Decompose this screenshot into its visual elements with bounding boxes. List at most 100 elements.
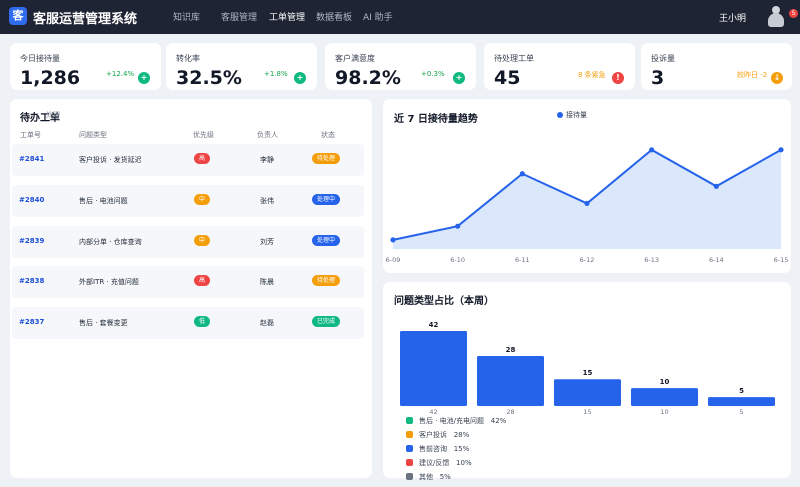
- column-header: 问题类型: [79, 131, 107, 139]
- legend-label: 售后 · 电池/充电问题 42%: [419, 417, 507, 425]
- ticket-owner: 李静: [260, 156, 274, 164]
- table-row[interactable]: #2838 外部ITR · 充值问题 高 陈晨 待处理: [12, 266, 364, 298]
- area-fill: [393, 149, 781, 249]
- stat-card-pending-tickets: 待处理工单 45 8 条紧急 !: [484, 43, 635, 90]
- stat-label: 客户满意度: [335, 54, 375, 63]
- bar: [554, 379, 621, 406]
- ticket-owner: 张伟: [260, 197, 274, 205]
- bar-value-label: 15: [583, 369, 593, 377]
- bar: [631, 388, 698, 406]
- status-badge: 处理中: [312, 235, 340, 246]
- top-bar: 客 客服运营管理系统 知识库 客服管理 工单管理 数据看板 AI 助手 王小明 …: [0, 0, 800, 34]
- ticket-id[interactable]: #2841: [19, 155, 44, 163]
- column-header: 负责人: [257, 131, 278, 139]
- plus-icon: +: [294, 72, 306, 84]
- stat-value: 32.5%: [176, 67, 242, 89]
- stat-label: 转化率: [176, 54, 200, 63]
- status-badge: 处理中: [312, 194, 340, 205]
- status-badge: 待处理: [312, 153, 340, 164]
- x-tick-label: 6-15: [774, 256, 789, 264]
- x-tick-label: 6-12: [580, 256, 595, 264]
- x-tick-label: 42: [429, 408, 437, 414]
- legend-swatch: [406, 473, 413, 480]
- ticket-owner: 陈晨: [260, 278, 274, 286]
- stat-card-satisfaction: 客户满意度 98.2% +0.3% +: [325, 43, 476, 90]
- stat-delta: 较昨日 -2: [737, 71, 768, 79]
- table-row[interactable]: #2839 内部分单 · 仓库查询 中 刘芳 处理中: [12, 226, 364, 258]
- x-tick-label: 15: [583, 408, 591, 414]
- stat-card-complaints: 投诉量 3 较昨日 -2 ↓: [641, 43, 792, 90]
- stat-label: 待处理工单: [494, 54, 534, 63]
- stat-card-conversion-rate: 转化率 32.5% +1.8% +: [166, 43, 317, 90]
- stat-value: 98.2%: [335, 67, 401, 89]
- priority-badge: 高: [194, 153, 210, 164]
- avatar-body-icon: [768, 13, 784, 27]
- x-tick-label: 28: [506, 408, 514, 414]
- legend-label: 其他 5%: [419, 473, 451, 481]
- nav-ai-assistant[interactable]: AI 助手: [363, 10, 393, 23]
- nav-knowledge-base[interactable]: 知识库: [173, 10, 200, 23]
- nav-agent-management[interactable]: 客服管理: [221, 10, 257, 23]
- table-row[interactable]: #2841 客户投诉 · 发货延迟 高 李静 待处理: [12, 144, 364, 176]
- table-row[interactable]: #2837 售后 · 套餐变更 低 赵磊 已完成: [12, 307, 364, 339]
- ticket-type: 内部分单 · 仓库查询: [79, 238, 142, 246]
- x-tick-label: 6-10: [450, 256, 465, 264]
- ticket-type: 售后 · 电池问题: [79, 197, 128, 205]
- x-tick-label: 5: [739, 408, 743, 414]
- legend-label: 售前咨询 15%: [419, 445, 470, 453]
- data-point: [390, 237, 396, 243]
- stat-delta: +12.4%: [106, 70, 135, 78]
- stat-label: 今日接待量: [20, 54, 60, 63]
- stat-delta: +0.3%: [421, 70, 445, 78]
- plus-icon: +: [453, 72, 465, 84]
- x-tick-label: 6-13: [644, 256, 659, 264]
- legend-swatch: [406, 445, 413, 452]
- priority-badge: 中: [194, 235, 210, 246]
- data-point: [584, 200, 590, 206]
- ticket-owner: 刘芳: [260, 238, 274, 246]
- nav-data-dashboard[interactable]: 数据看板: [316, 10, 352, 23]
- bar: [708, 397, 775, 406]
- legend-swatch: [406, 459, 413, 466]
- legend-swatch: [406, 431, 413, 438]
- table-row[interactable]: #2840 售后 · 电池问题 中 张伟 处理中: [12, 185, 364, 217]
- ticket-type: 外部ITR · 充值问题: [79, 278, 139, 286]
- column-header: 状态: [321, 131, 335, 139]
- ghost-label: 处理: [46, 111, 60, 119]
- priority-badge: 低: [194, 316, 210, 327]
- ticket-owner: 赵磊: [260, 319, 274, 327]
- ticket-id[interactable]: #2840: [19, 196, 44, 204]
- data-point: [778, 147, 784, 153]
- avatar[interactable]: [766, 6, 786, 28]
- nav-ticket-management[interactable]: 工单管理: [269, 10, 305, 23]
- ticket-id[interactable]: #2837: [19, 318, 44, 326]
- bar-value-label: 10: [660, 378, 670, 386]
- legend-label: 客户投诉 28%: [419, 431, 470, 439]
- data-point: [713, 183, 719, 189]
- ticket-type: 售后 · 套餐变更: [79, 319, 128, 327]
- ticket-id[interactable]: #2838: [19, 277, 44, 285]
- app-title: 客服运营管理系统: [33, 12, 138, 27]
- username[interactable]: 王小明: [719, 11, 746, 24]
- alert-icon: !: [612, 72, 624, 84]
- trend-down-icon: ↓: [771, 72, 783, 84]
- stat-value: 3: [651, 67, 665, 89]
- app-logo: 客: [9, 7, 27, 25]
- ticket-type: 客户投诉 · 发货延迟: [79, 156, 142, 164]
- priority-badge: 中: [194, 194, 210, 205]
- bar-chart: 42 42 28 28 15 15 10 10 5 5: [400, 321, 775, 414]
- stat-label: 投诉量: [651, 54, 675, 63]
- line-chart: 6-09 6-10 6-11 6-12 6-13 6-14 6-15: [386, 147, 789, 264]
- notification-badge[interactable]: 5: [789, 9, 798, 18]
- stat-delta: 8 条紧急: [578, 71, 606, 79]
- bar-value-label: 42: [429, 321, 439, 329]
- data-point: [455, 223, 461, 229]
- priority-badge: 高: [194, 275, 210, 286]
- bar: [477, 356, 544, 406]
- stat-delta: +1.8%: [264, 70, 288, 78]
- ticket-id[interactable]: #2839: [19, 237, 44, 245]
- x-tick-label: 6-09: [386, 256, 401, 264]
- stat-card-today-reception: 今日接待量 1,286 +12.4% +: [10, 43, 161, 90]
- status-badge: 已完成: [312, 316, 340, 327]
- data-point: [519, 171, 525, 177]
